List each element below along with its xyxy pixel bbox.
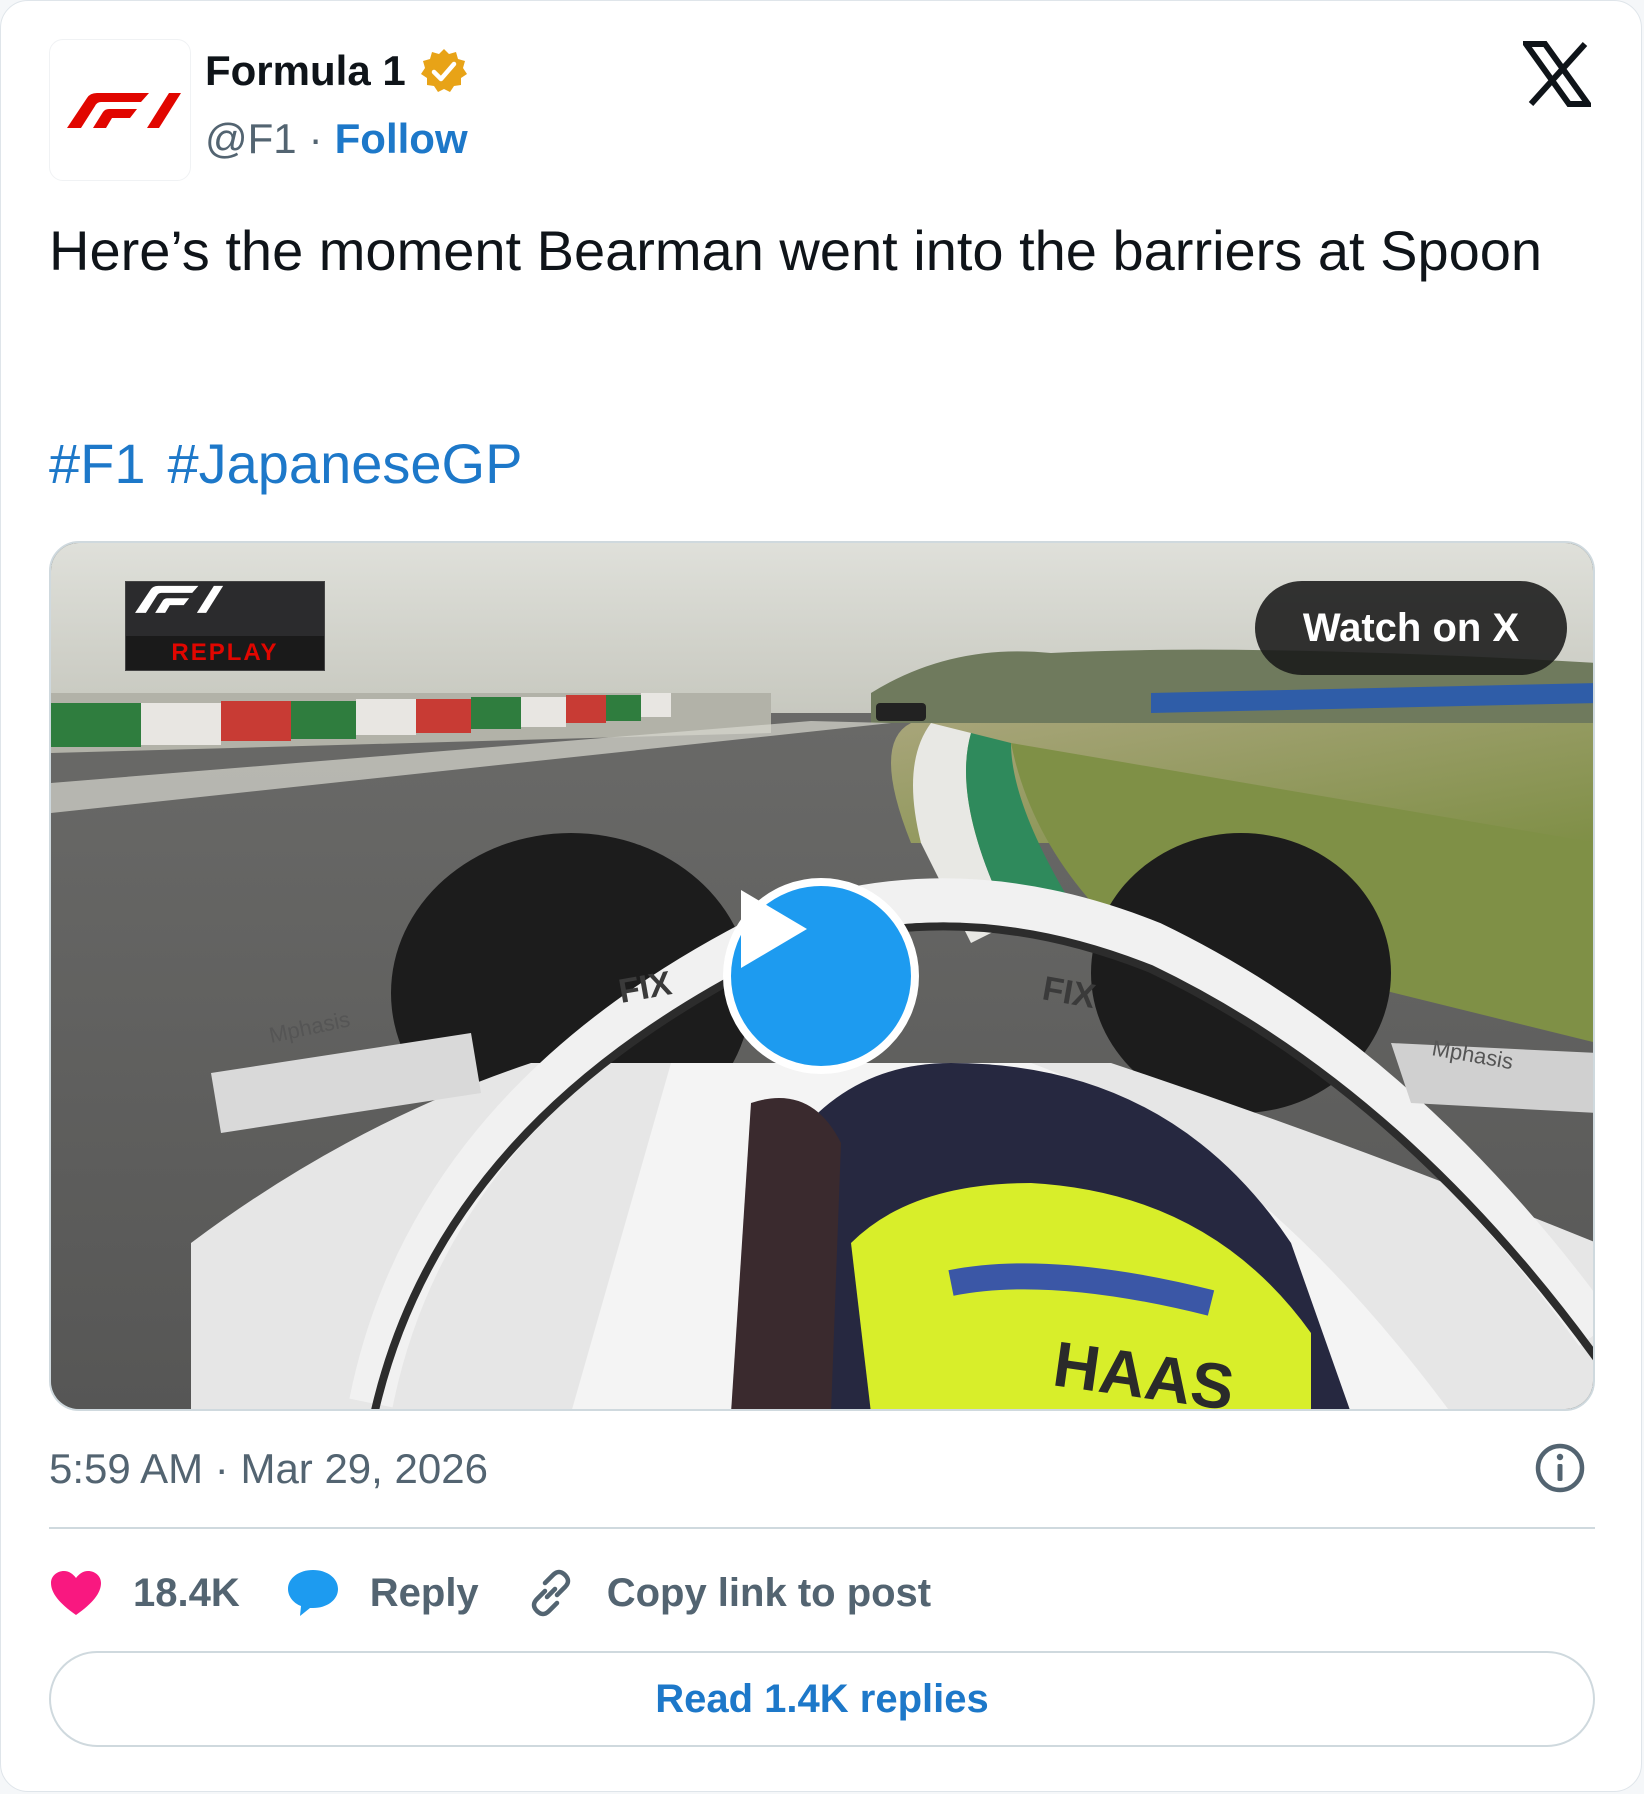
- like-count: 18.4K: [133, 1570, 240, 1615]
- video-player[interactable]: HAAS FIX FIX Mphasis Mphasis REPLAY Watc…: [49, 541, 1595, 1411]
- author-name-row: Formula 1: [205, 47, 468, 95]
- tweet-text: Here’s the moment Bearman went into the …: [49, 219, 1543, 282]
- read-replies-button[interactable]: Read 1.4K replies: [49, 1651, 1595, 1747]
- separator: ·: [308, 115, 323, 162]
- f1-logo-icon: [67, 93, 181, 128]
- f1-logo-icon: [135, 585, 224, 613]
- reply-label: Reply: [369, 1570, 479, 1615]
- divider: [49, 1527, 1595, 1529]
- separator: ·: [214, 1445, 229, 1492]
- tweet-card: Formula 1 @F1 · Follow Here’s the moment…: [0, 0, 1642, 1792]
- replay-label: REPLAY: [126, 636, 324, 670]
- author-handle[interactable]: @F1: [205, 115, 297, 163]
- watch-on-x-button[interactable]: Watch on X: [1255, 581, 1567, 675]
- post-date: Mar 29, 2026: [240, 1445, 488, 1492]
- reply-button[interactable]: Reply: [286, 1568, 479, 1618]
- replay-badge: REPLAY: [125, 581, 325, 671]
- heart-icon: [51, 1571, 101, 1615]
- play-icon: [741, 890, 807, 968]
- copy-link-button[interactable]: Copy link to post: [525, 1567, 931, 1619]
- post-time: 5:59 AM: [49, 1445, 204, 1492]
- timestamp[interactable]: 5:59 AM · Mar 29, 2026: [49, 1445, 488, 1493]
- play-button[interactable]: [723, 878, 919, 1074]
- link-icon: [531, 1569, 570, 1617]
- reply-bubble-icon: [287, 1570, 338, 1616]
- hashtags: #F1 #JapaneseGP: [49, 431, 522, 496]
- follow-button[interactable]: Follow: [335, 115, 468, 163]
- x-logo-icon[interactable]: [1523, 41, 1591, 107]
- action-bar: 18.4K Reply Copy link to post: [49, 1561, 977, 1625]
- hashtag-link[interactable]: #JapaneseGP: [168, 431, 523, 496]
- avatar[interactable]: [49, 39, 191, 181]
- like-button[interactable]: 18.4K: [49, 1569, 240, 1617]
- verified-badge-icon: [420, 49, 467, 92]
- info-icon[interactable]: [1533, 1441, 1587, 1495]
- author-name[interactable]: Formula 1: [205, 47, 406, 95]
- author-handle-row: @F1 · Follow: [205, 115, 468, 163]
- hashtag-link[interactable]: #F1: [49, 431, 146, 496]
- copy-link-label: Copy link to post: [606, 1570, 932, 1615]
